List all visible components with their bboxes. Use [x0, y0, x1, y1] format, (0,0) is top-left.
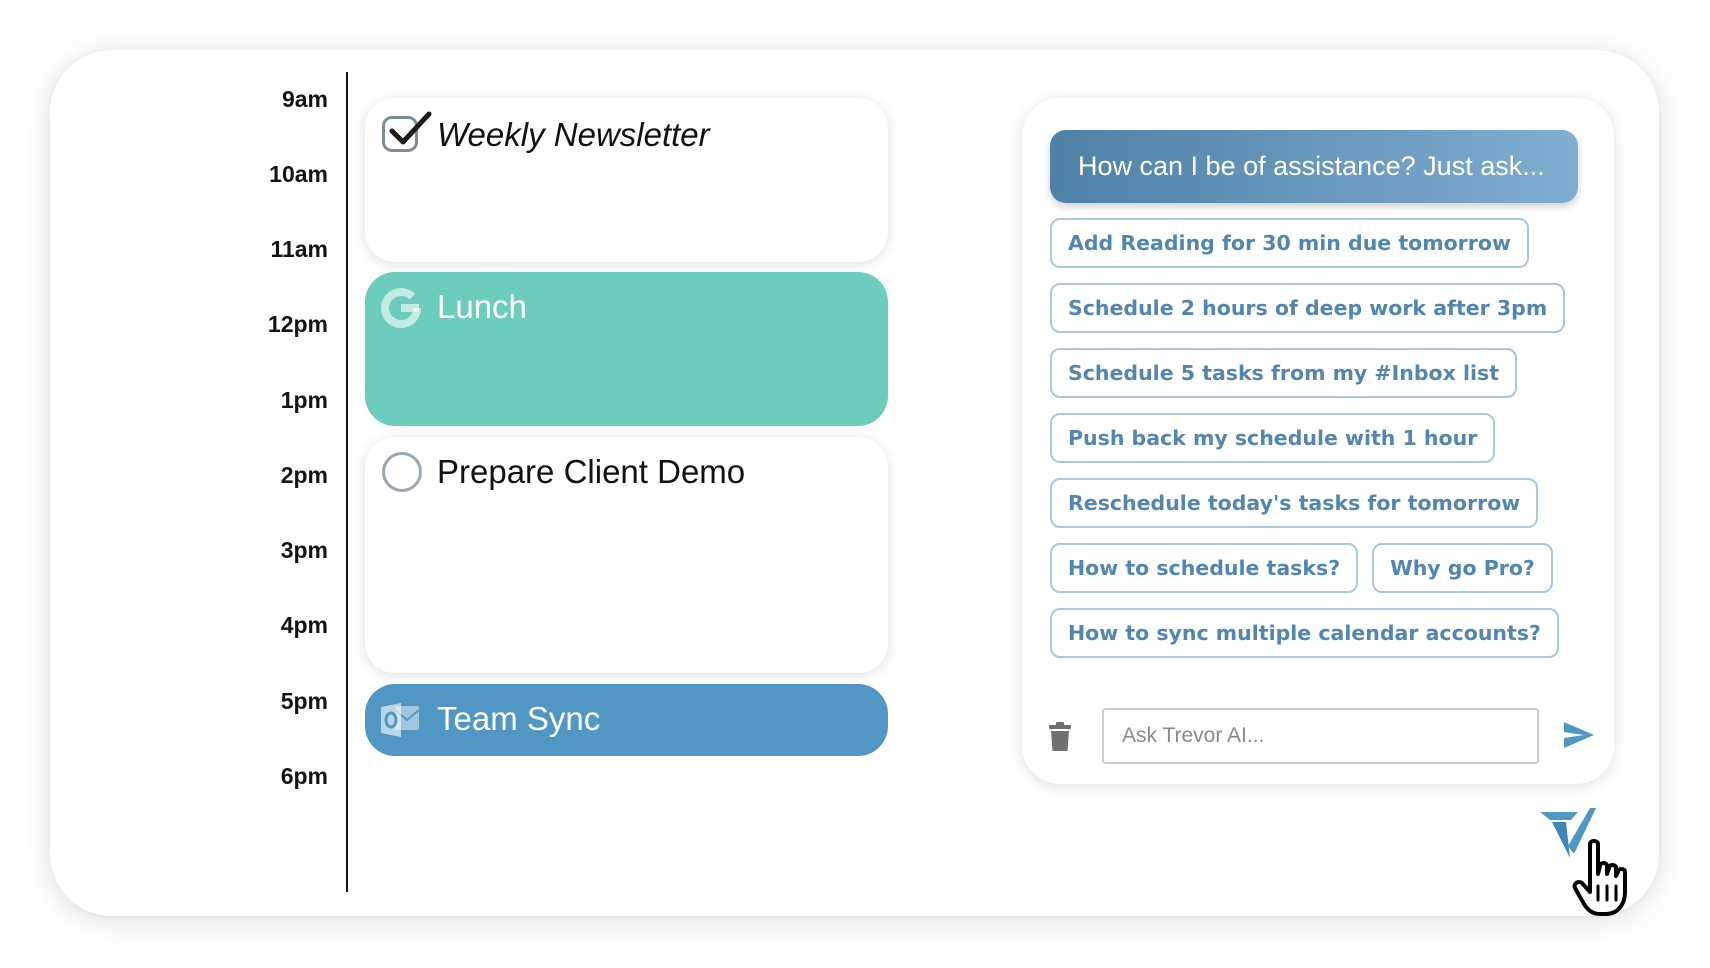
google-icon	[379, 286, 423, 330]
suggestion-chip[interactable]: How to schedule tasks?	[1050, 543, 1359, 593]
suggestion-chip[interactable]: Add Reading for 30 min due tomorrow	[1050, 218, 1529, 268]
suggestion-chip[interactable]: Schedule 2 hours of deep work after 3pm	[1050, 283, 1566, 333]
time-label-9am: 9am	[281, 86, 328, 112]
trash-icon[interactable]	[1048, 722, 1072, 752]
assistant-greeting: How can I be of assistance? Just ask...	[1050, 130, 1578, 203]
time-label-4pm: 4pm	[280, 612, 328, 638]
time-label-10am: 10am	[269, 161, 328, 187]
event-weekly-newsletter[interactable]: Weekly Newsletter	[365, 98, 888, 262]
time-label-12pm: 12pm	[267, 311, 328, 337]
event-title: Prepare Client Demo	[437, 453, 746, 490]
time-label-6pm: 6pm	[280, 763, 328, 789]
outlook-icon	[379, 700, 421, 740]
time-label-11am: 11am	[270, 236, 328, 262]
time-label-2pm: 2pm	[280, 462, 328, 488]
hand-pointer-icon	[1572, 838, 1634, 918]
checkbox-empty-icon[interactable]	[382, 452, 422, 492]
suggestion-chip[interactable]: How to sync multiple calendar accounts?	[1050, 608, 1559, 658]
event-team-sync[interactable]: Team Sync	[365, 684, 888, 756]
time-label-3pm: 3pm	[280, 537, 328, 563]
suggestion-chip[interactable]: Push back my schedule with 1 hour	[1050, 413, 1496, 463]
suggestion-chip[interactable]: Why go Pro?	[1372, 543, 1553, 593]
ask-input[interactable]	[1102, 708, 1539, 764]
event-prepare-client-demo[interactable]: Prepare Client Demo	[365, 437, 888, 673]
time-label-5pm: 5pm	[280, 688, 328, 714]
event-lunch[interactable]: Lunch	[365, 272, 888, 426]
timeline-axis	[346, 72, 348, 892]
suggestion-chip[interactable]: Schedule 5 tasks from my #Inbox list	[1050, 348, 1518, 398]
event-title: Weekly Newsletter	[437, 116, 710, 153]
checkbox-checked-icon[interactable]	[382, 111, 432, 152]
send-icon[interactable]	[1562, 720, 1596, 750]
assistant-panel: How can I be of assistance? Just ask... …	[1022, 98, 1614, 784]
time-label-1pm: 1pm	[280, 387, 328, 413]
event-title: Team Sync	[437, 700, 601, 737]
suggestion-chip[interactable]: Reschedule today's tasks for tomorrow	[1050, 478, 1539, 528]
event-title: Lunch	[437, 288, 527, 325]
suggestion-list: Add Reading for 30 min due tomorrow Sche…	[1050, 218, 1610, 673]
